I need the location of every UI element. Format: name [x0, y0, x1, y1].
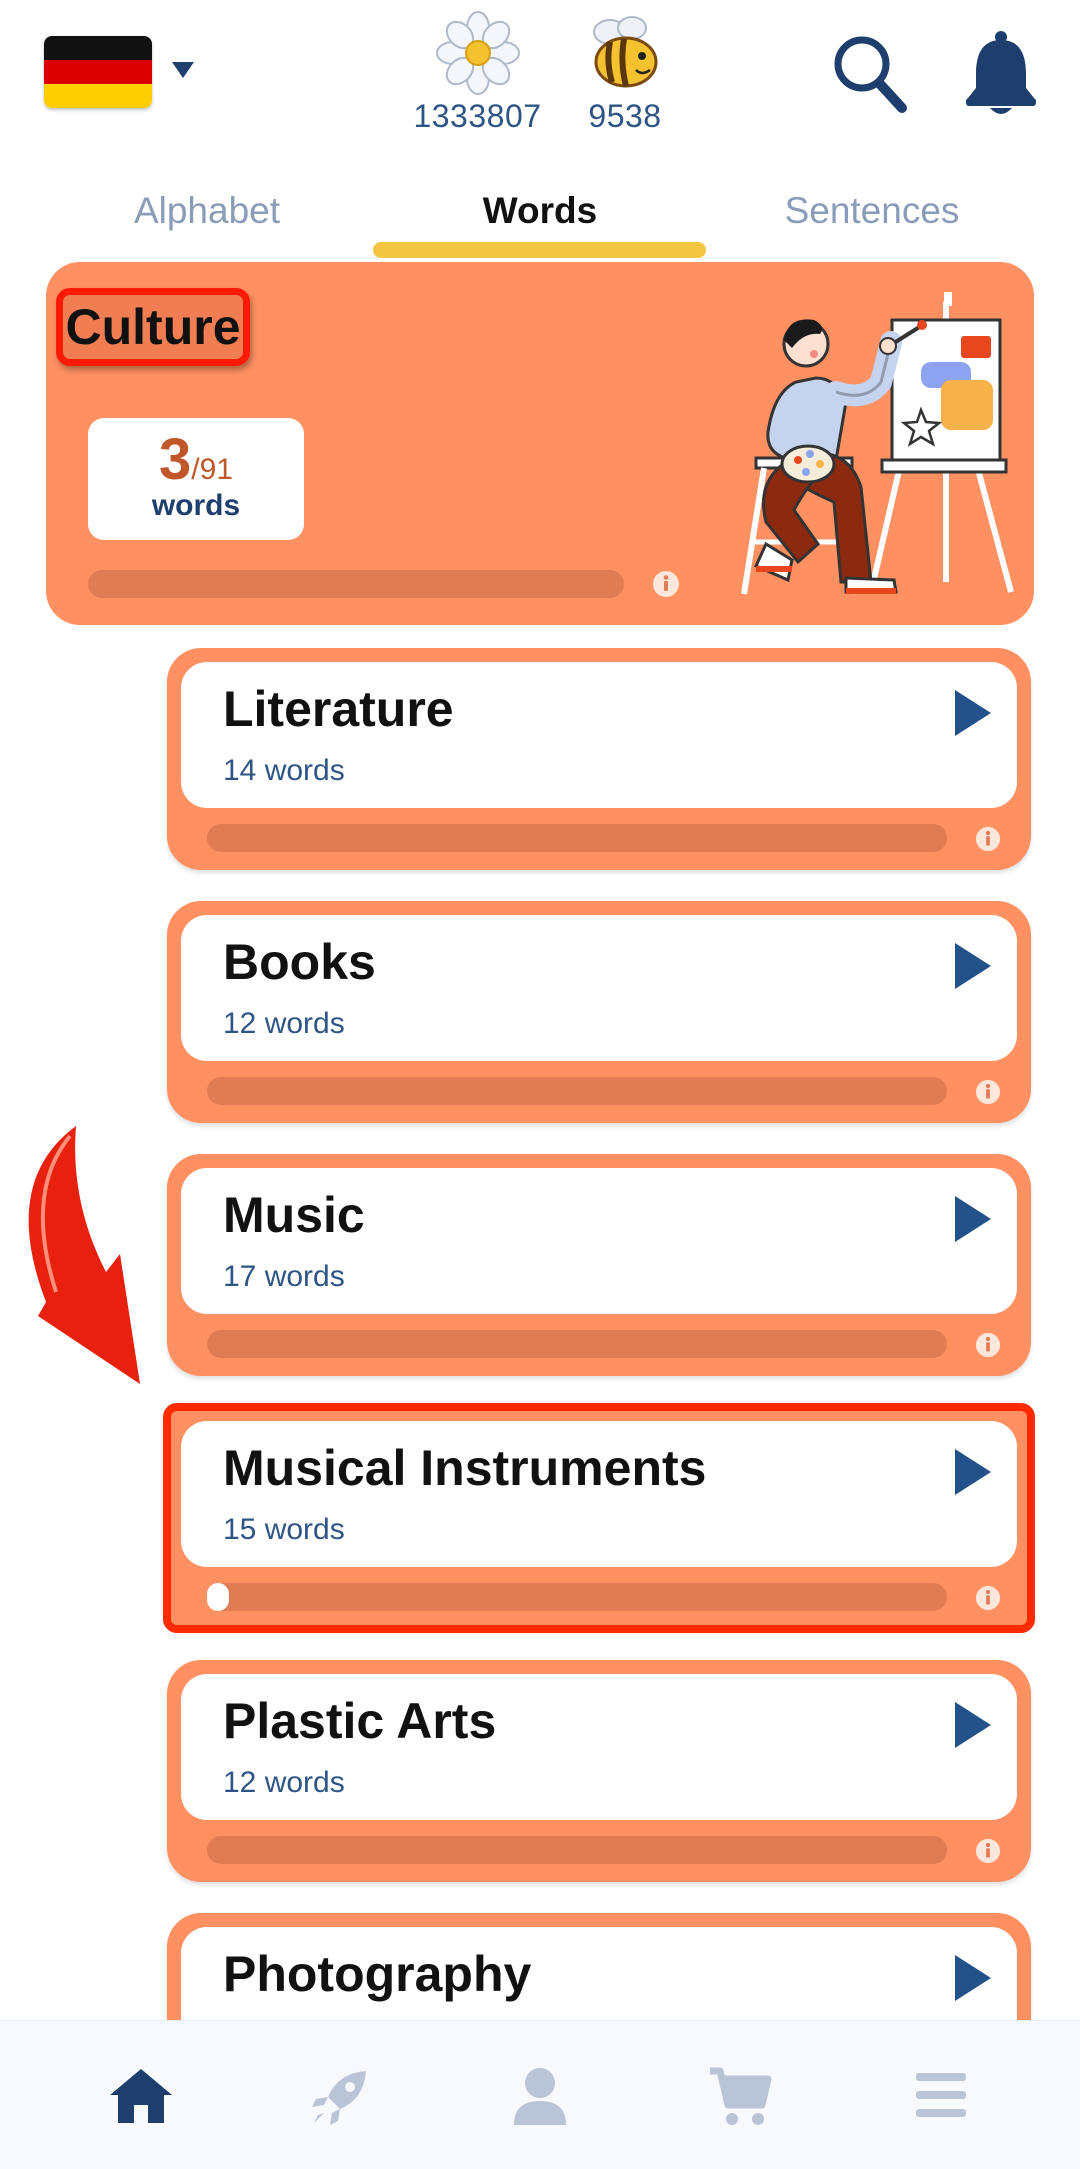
topic-name: Music	[223, 1187, 365, 1243]
info-icon[interactable]	[975, 1585, 1001, 1611]
category-word-count: 3/91 words	[88, 418, 304, 540]
topic-card-books[interactable]: Books 12 words	[167, 901, 1031, 1123]
topic-name: Musical Instruments	[223, 1440, 707, 1496]
total-count: /91	[191, 453, 233, 486]
topic-word-count: 14 words	[223, 754, 345, 787]
bees-counter[interactable]: 9538	[565, 10, 685, 135]
info-icon[interactable]	[975, 1332, 1001, 1358]
category-progress-bar	[88, 570, 624, 598]
topic-word-count: 12 words	[223, 1766, 345, 1799]
flowers-counter[interactable]: 1333807	[405, 10, 550, 135]
home-icon[interactable]	[108, 2065, 174, 2127]
topic-progress-bar	[207, 1077, 947, 1105]
painter-illustration	[741, 292, 1014, 595]
topic-progress-bar	[207, 1330, 947, 1358]
cart-icon[interactable]	[708, 2065, 772, 2129]
topic-name: Photography	[223, 1946, 532, 2002]
search-icon[interactable]	[828, 30, 912, 116]
flowers-count: 1333807	[413, 98, 542, 134]
tab-sentences[interactable]: Sentences	[742, 190, 1002, 232]
topic-card-plastic-arts[interactable]: Plastic Arts 12 words	[167, 1660, 1031, 1882]
profile-icon[interactable]	[510, 2065, 570, 2129]
play-icon[interactable]	[955, 1449, 991, 1495]
top-bar: 1333807 9538	[0, 0, 1080, 170]
topic-progress-bar	[207, 1836, 947, 1864]
rocket-icon[interactable]	[308, 2065, 372, 2129]
topic-word-count: 17 words	[223, 1260, 345, 1293]
play-icon[interactable]	[955, 1196, 991, 1242]
category-card[interactable]: Culture 3/91 words	[46, 262, 1034, 625]
topic-name: Literature	[223, 681, 454, 737]
red-arrow-annotation	[28, 1126, 140, 1384]
info-icon[interactable]	[975, 1079, 1001, 1105]
topic-card-literature[interactable]: Literature 14 words	[167, 648, 1031, 870]
learned-count: 3	[159, 427, 192, 492]
info-icon[interactable]	[975, 1838, 1001, 1864]
play-icon[interactable]	[955, 943, 991, 989]
language-flag[interactable]	[44, 36, 152, 108]
topic-card-body: Plastic Arts 12 words	[181, 1674, 1017, 1820]
topic-progress-bar	[207, 824, 947, 852]
topic-card-body: Music 17 words	[181, 1168, 1017, 1314]
count-unit: words	[151, 489, 241, 522]
bees-count: 9538	[588, 98, 662, 134]
tab-alphabet[interactable]: Alphabet	[77, 190, 337, 232]
category-title: Culture	[65, 299, 241, 355]
bell-icon[interactable]	[962, 30, 1040, 116]
play-icon[interactable]	[955, 1702, 991, 1748]
progress-fill	[207, 1583, 230, 1611]
category-title-highlight: Culture	[56, 288, 250, 366]
language-dropdown-icon[interactable]	[172, 62, 194, 78]
topic-progress-bar	[207, 1583, 947, 1611]
topic-card-body: Literature 14 words	[181, 662, 1017, 808]
topic-word-count: 15 words	[223, 1513, 345, 1546]
flower-icon	[435, 11, 520, 95]
topic-card-music[interactable]: Music 17 words	[167, 1154, 1031, 1376]
topic-name: Plastic Arts	[223, 1693, 497, 1749]
tab-words[interactable]: Words	[410, 190, 670, 232]
bottom-nav	[0, 2020, 1080, 2169]
topic-card-body: Books 12 words	[181, 915, 1017, 1061]
topic-word-count: 12 words	[223, 1007, 345, 1040]
topic-card-body: Musical Instruments 15 words	[181, 1421, 1017, 1567]
info-icon[interactable]	[652, 570, 680, 598]
topic-card-musical-instruments[interactable]: Musical Instruments 15 words	[163, 1403, 1035, 1633]
play-icon[interactable]	[955, 1955, 991, 2001]
menu-icon[interactable]	[914, 2065, 968, 2125]
bee-icon	[593, 16, 658, 88]
info-icon[interactable]	[975, 826, 1001, 852]
topic-name: Books	[223, 934, 376, 990]
play-icon[interactable]	[955, 690, 991, 736]
active-tab-indicator	[373, 242, 706, 258]
